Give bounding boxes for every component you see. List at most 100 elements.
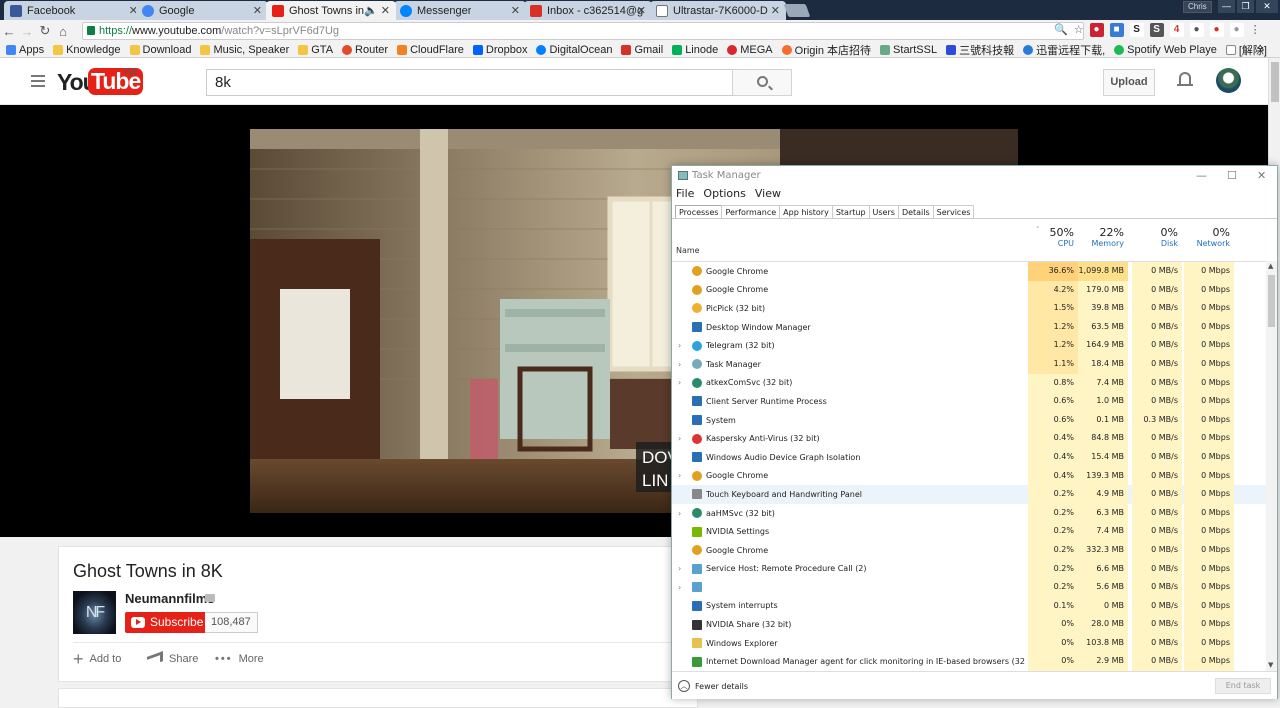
expand-chevron-icon[interactable]: › [678, 471, 681, 480]
tab-details[interactable]: Details [897, 205, 934, 219]
expand-chevron-icon[interactable]: › [678, 378, 681, 387]
process-row[interactable]: NVIDIA Share (32 bit) 0% 28.0 MB 0 MB/s 0 Mb… [672, 615, 1266, 634]
tab-messenger[interactable]: Messenger ✕ [394, 1, 526, 20]
back-icon[interactable]: ← [0, 24, 18, 39]
close-tab-icon[interactable]: ✕ [253, 4, 262, 17]
tab-services[interactable]: Services [932, 205, 975, 219]
expand-chevron-icon[interactable]: › [678, 341, 681, 350]
close-tab-icon[interactable]: ✕ [771, 4, 780, 17]
column-header-network[interactable]: 0% Network [1184, 226, 1234, 248]
process-row[interactable]: NVIDIA Settings 0.2% 7.4 MB 0 MB/s 0 Mbps [672, 522, 1266, 541]
process-row[interactable]: › Task Manager 1.1% 18.4 MB 0 MB/s 0 Mbps [672, 354, 1266, 374]
menu-dots-icon[interactable]: ⋮ [1250, 23, 1261, 37]
extension-icon[interactable]: ● [1229, 23, 1244, 37]
bookmark-item[interactable]: StartSSL [880, 44, 937, 56]
home-icon[interactable]: ⌂ [54, 24, 72, 39]
channel-name-link[interactable]: Neumannfilms [125, 591, 215, 606]
process-row[interactable]: › Service Host: Remote Procedure Call (2)… [672, 559, 1266, 579]
bookmark-item[interactable]: Spotify Web Playe [1114, 44, 1217, 56]
video-annotation[interactable]: DOV LIN [636, 442, 676, 492]
expand-chevron-icon[interactable]: › [678, 509, 681, 518]
process-row[interactable]: Google Chrome 0.2% 332.3 MB 0 MB/s 0 Mbps [672, 540, 1266, 560]
channel-avatar[interactable]: NF [73, 591, 116, 634]
process-list-scrollbar[interactable]: ▲ ▼ [1266, 261, 1277, 672]
column-header-cpu[interactable]: 50% CPU [1028, 226, 1078, 248]
process-row[interactable]: Desktop Window Manager 1.2% 63.5 MB 0 MB/s 0… [672, 317, 1266, 337]
close-window-icon[interactable]: ✕ [1256, 0, 1278, 13]
tab-facebook[interactable]: Facebook ✕ [4, 1, 144, 20]
upload-button[interactable]: Upload [1103, 69, 1155, 96]
user-profile-badge[interactable]: Chris [1183, 1, 1212, 13]
process-row[interactable]: › Kaspersky Anti-Virus (32 bit) 0.4% 84.8 M… [672, 429, 1266, 448]
bookmark-item[interactable]: CloudFlare [397, 44, 464, 56]
process-row[interactable]: System 0.6% 0.1 MB 0.3 MB/s 0 Mbps [672, 410, 1266, 430]
column-header-memory[interactable]: 22% Memory [1078, 226, 1128, 248]
tab-youtube[interactable]: Ghost Towns in 8 🔈 ✕ [266, 1, 396, 20]
bookmark-item[interactable]: 三號科技報 [946, 42, 1014, 57]
bookmark-item[interactable]: 迅雷远程下载, [1023, 42, 1105, 57]
scroll-up-icon[interactable]: ▲ [1268, 262, 1273, 270]
extension-s-icon[interactable]: S [1149, 23, 1164, 37]
bookmark-item[interactable]: Music, Speaker [200, 44, 289, 56]
bookmark-item[interactable]: Linode [672, 44, 718, 56]
zoom-icon[interactable]: 🔍 [1054, 23, 1068, 37]
fewer-details-button[interactable]: ︿ Fewer details [678, 680, 748, 692]
end-task-button[interactable]: End task [1215, 678, 1271, 694]
expand-chevron-icon[interactable]: › [678, 564, 681, 573]
process-row[interactable]: Touch Keyboard and Handwriting Panel 0.2%… [672, 485, 1266, 504]
close-tab-icon[interactable]: 🔈 ✕ [364, 4, 390, 17]
tab-app-history[interactable]: App history [779, 205, 833, 219]
search-button[interactable] [732, 69, 792, 96]
bookmark-item[interactable]: Gmail [621, 44, 663, 56]
extension-icon[interactable]: ■ [1109, 23, 1124, 37]
process-row[interactable]: System interrupts 0.1% 0 MB 0 MB/s 0 Mbps [672, 596, 1266, 616]
tab-users[interactable]: Users [868, 205, 899, 219]
close-tab-icon[interactable]: ✕ [637, 4, 646, 17]
close-tab-icon[interactable]: ✕ [511, 4, 520, 17]
notifications-bell-icon[interactable] [1177, 72, 1193, 88]
extension-icon[interactable]: 4 [1169, 23, 1184, 37]
add-to-button[interactable]: + Add to [73, 650, 121, 668]
bookmarks-overflow-button[interactable]: » [1258, 44, 1264, 56]
expand-chevron-icon[interactable]: › [678, 434, 681, 443]
extension-icon[interactable]: ● [1089, 23, 1104, 37]
hamburger-menu-icon[interactable] [31, 75, 45, 87]
share-button[interactable]: Share [147, 651, 198, 667]
process-row[interactable]: Windows Explorer 0% 103.8 MB 0 MB/s 0 Mbps [672, 633, 1266, 653]
maximize-icon[interactable]: ❐ [1237, 0, 1254, 13]
tab-google[interactable]: Google ✕ [136, 1, 268, 20]
tab-performance[interactable]: Performance [721, 205, 781, 219]
process-row[interactable]: Client Server Runtime Process 0.6% 1.0 MB 0… [672, 392, 1266, 411]
bookmark-star-icon[interactable]: ☆ [1074, 23, 1084, 37]
tab-ultrastar[interactable]: Ultrastar-7K6000-D ✕ [650, 1, 786, 20]
avatar[interactable] [1216, 68, 1241, 93]
process-row[interactable]: › 0.2% 5.6 MB 0 MB/s 0 Mbps [672, 578, 1266, 597]
address-bar[interactable]: https://www.youtube.com/watch?v=sLprVF6d… [82, 22, 1084, 40]
bookmark-item[interactable]: Apps [6, 44, 44, 56]
expand-chevron-icon[interactable]: › [678, 360, 681, 369]
tab-gmail[interactable]: Inbox - c362514@g ✕ [524, 1, 652, 20]
bookmark-item[interactable]: Download [129, 44, 191, 56]
extension-s-icon[interactable]: S [1129, 23, 1144, 37]
bookmark-item[interactable]: Knowledge [53, 44, 121, 56]
maximize-icon[interactable]: ☐ [1227, 169, 1237, 182]
process-row[interactable]: Internet Download Manager agent for clic… [672, 652, 1266, 672]
process-row[interactable]: › Telegram (32 bit) 1.2% 164.9 MB 0 MB/s 0 Mb… [672, 336, 1266, 355]
column-header-name[interactable]: Name [676, 246, 700, 255]
tab-startup[interactable]: Startup [831, 205, 870, 219]
bookmark-item[interactable]: Router [342, 44, 388, 56]
bookmark-item[interactable]: GTA [298, 44, 333, 56]
more-button[interactable]: ••• More [215, 653, 264, 665]
process-row[interactable]: › aaHMSvc (32 bit) 0.2% 6.3 MB 0 MB/s 0 Mbps [672, 503, 1266, 523]
tab-processes[interactable]: Processes [675, 205, 723, 219]
bookmark-item[interactable]: DigitalOcean [536, 44, 612, 56]
extension-icon[interactable]: ● [1209, 23, 1224, 37]
subscribe-button[interactable]: Subscribe [125, 612, 205, 633]
minimize-icon[interactable]: — [1196, 169, 1207, 182]
scroll-down-icon[interactable]: ▼ [1268, 661, 1273, 669]
shield-icon[interactable]: ● [1189, 23, 1204, 37]
bookmark-item[interactable]: MEGA [727, 44, 773, 56]
menu-file[interactable]: File [676, 187, 694, 200]
process-row[interactable]: Google Chrome 4.2% 179.0 MB 0 MB/s 0 Mbps [672, 280, 1266, 300]
process-row[interactable]: › Google Chrome 0.4% 139.3 MB 0 MB/s 0 Mbps [672, 466, 1266, 486]
